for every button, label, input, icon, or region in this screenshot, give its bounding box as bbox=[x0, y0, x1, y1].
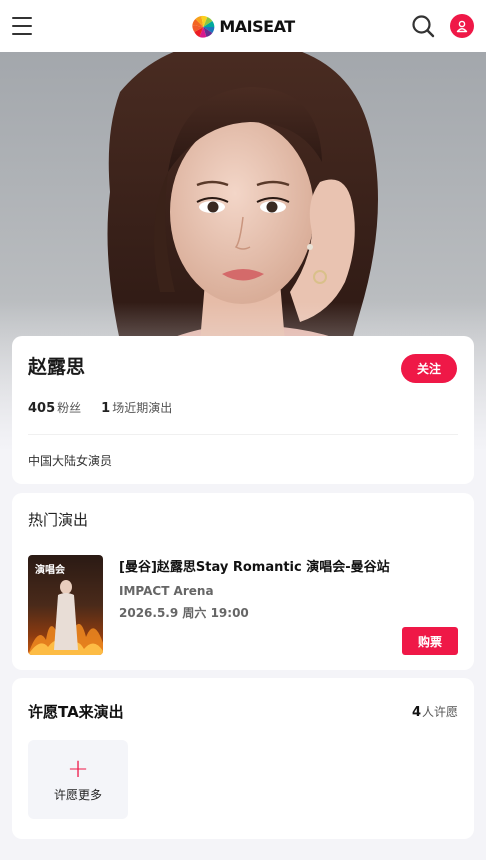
artist-description: 中国大陆女演员 bbox=[28, 454, 113, 468]
shows-label: 场近期演出 bbox=[112, 401, 173, 415]
wish-more-button[interactable]: + 许愿更多 bbox=[28, 740, 128, 819]
buy-ticket-button[interactable]: 购票 bbox=[402, 627, 458, 655]
wish-count: 4人许愿 bbox=[412, 703, 458, 720]
show-title[interactable]: [曼谷]赵露思Stay Romantic 演唱会-曼谷站 bbox=[119, 556, 459, 575]
fans-label: 粉丝 bbox=[57, 401, 82, 415]
search-icon[interactable] bbox=[410, 13, 436, 39]
menu-icon[interactable] bbox=[12, 17, 32, 35]
hot-shows-title: 热门演出 bbox=[28, 511, 89, 529]
shows-count: 1 bbox=[101, 401, 111, 416]
fans-stat: 405 粉丝 bbox=[28, 399, 81, 416]
wish-card: 许愿TA来演出 4人许愿 + 许愿更多 bbox=[12, 678, 474, 839]
logo-mark-icon bbox=[192, 15, 215, 38]
wish-count-number: 4 bbox=[411, 705, 421, 720]
follow-button[interactable]: 关注 bbox=[401, 354, 457, 383]
user-icon[interactable] bbox=[450, 14, 474, 38]
artist-stats: 405 粉丝 1 场近期演出 bbox=[28, 399, 172, 416]
plus-icon: + bbox=[67, 754, 89, 784]
show-poster[interactable]: 演唱会 bbox=[28, 555, 103, 655]
shows-stat: 1 场近期演出 bbox=[101, 399, 172, 416]
wish-count-label: 人许愿 bbox=[421, 705, 458, 719]
artist-info-card: 赵露思 关注 405 粉丝 1 场近期演出 中国大陆女演员 bbox=[12, 336, 474, 484]
wish-title: 许愿TA来演出 bbox=[28, 703, 124, 721]
top-header: MAISEAT bbox=[0, 0, 486, 52]
fans-count: 405 bbox=[28, 401, 56, 416]
divider bbox=[28, 434, 458, 435]
brand-logo[interactable]: MAISEAT bbox=[191, 14, 295, 38]
wish-more-label: 许愿更多 bbox=[53, 788, 102, 802]
hot-shows-card: 热门演出 演唱会 [曼谷]赵露思Stay Romantic 演唱会-曼谷站 IM… bbox=[12, 493, 474, 670]
brand-name: MAISEAT bbox=[219, 16, 295, 36]
show-venue: IMPACT Arena bbox=[119, 584, 214, 598]
artist-name: 赵露思 bbox=[28, 356, 86, 378]
show-date: 2026.5.9 周六 19:00 bbox=[119, 606, 249, 620]
